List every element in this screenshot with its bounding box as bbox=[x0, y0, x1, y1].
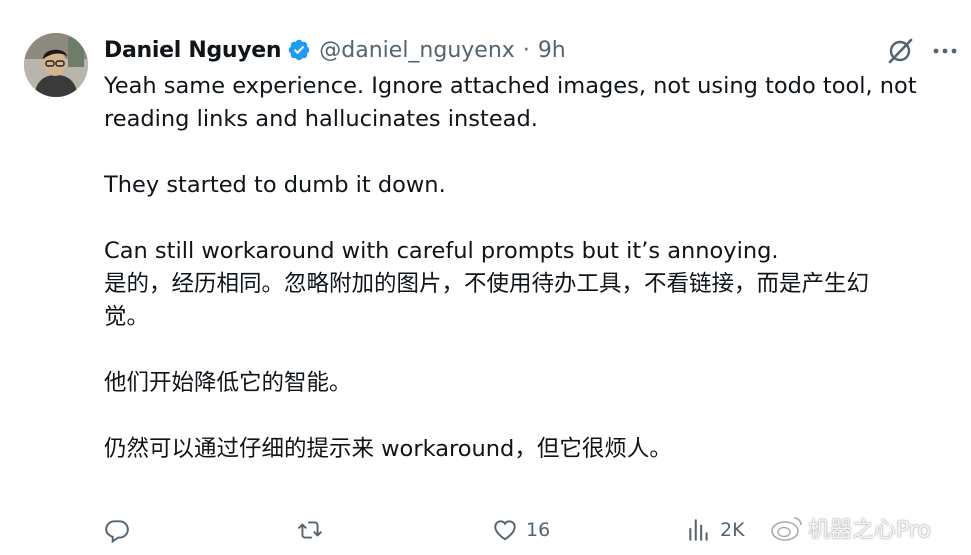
translation-line: 他们开始降低它的智能。 bbox=[104, 370, 352, 396]
retweet-icon bbox=[298, 521, 322, 539]
tweet-text-line: Can still workaround with careful prompt… bbox=[104, 238, 779, 264]
tweet-header: Daniel Nguyen @daniel_nguyenx · 9h bbox=[104, 34, 566, 66]
like-count: 16 bbox=[526, 519, 551, 541]
tweet-text: Yeah same experience. Ignore attached im… bbox=[104, 70, 954, 466]
views-count: 2K bbox=[720, 519, 745, 541]
author-handle[interactable]: @daniel_nguyenx bbox=[319, 38, 515, 63]
watermark: 机器之心Pro bbox=[770, 512, 931, 544]
tweet-card: Daniel Nguyen @daniel_nguyenx · 9h Yeah … bbox=[0, 0, 971, 555]
reply-button[interactable] bbox=[104, 510, 138, 550]
translation-line: 觉。 bbox=[104, 304, 150, 330]
more-icon[interactable] bbox=[930, 40, 960, 62]
tweet-text-line: reading links and hallucinates instead. bbox=[104, 106, 538, 132]
separator-dot: · bbox=[522, 37, 530, 63]
translation-line: 是的，经历相同。忽略附加的图片，不使用待办工具，不看链接，而是产生幻 bbox=[104, 271, 870, 297]
heart-icon bbox=[494, 520, 516, 541]
tweet-text-line: They started to dumb it down. bbox=[104, 172, 446, 198]
verified-badge-icon[interactable] bbox=[287, 38, 311, 62]
views-icon bbox=[689, 519, 708, 541]
weibo-logo-icon bbox=[771, 517, 802, 541]
timestamp[interactable]: 9h bbox=[538, 38, 566, 63]
translation-line: 仍然可以通过仔细的提示来 workaround，但它很烦人。 bbox=[104, 436, 672, 462]
retweet-button[interactable] bbox=[297, 510, 331, 550]
author-name[interactable]: Daniel Nguyen bbox=[104, 38, 282, 63]
tweet-text-line: Yeah same experience. Ignore attached im… bbox=[104, 73, 917, 99]
avatar[interactable] bbox=[24, 33, 88, 97]
reply-icon bbox=[105, 520, 129, 543]
like-button[interactable]: 16 bbox=[492, 510, 550, 550]
grok-icon[interactable] bbox=[885, 36, 915, 66]
views-button[interactable]: 2K bbox=[686, 510, 745, 550]
watermark-text: 机器之心Pro bbox=[808, 518, 931, 543]
